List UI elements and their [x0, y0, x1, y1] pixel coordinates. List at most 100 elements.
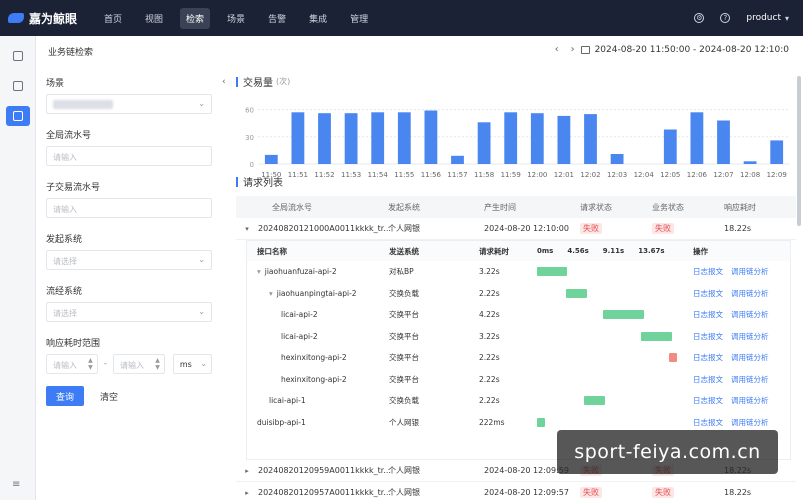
- help-icon[interactable]: ?: [720, 13, 731, 23]
- chart-bar[interactable]: [371, 112, 385, 164]
- chart-bar[interactable]: [690, 112, 704, 164]
- cell-global-no[interactable]: 20240820120957A0011kkkk_tr...: [258, 488, 391, 497]
- rail-item-topology[interactable]: [6, 76, 30, 96]
- chart-bar[interactable]: [663, 129, 677, 165]
- chart-bar[interactable]: [477, 122, 491, 164]
- trace-row[interactable]: licai-api-2 交换平台 4.22s 日志报文 调用链分析: [247, 304, 790, 326]
- unit-select[interactable]: ms ⌄: [172, 354, 212, 374]
- chart-bar[interactable]: [504, 112, 518, 164]
- nav-item[interactable]: 首页: [98, 8, 128, 29]
- trace-row[interactable]: hexinxitong-api-2 交换平台 2.22s 日志报文 调用链分析: [247, 347, 790, 369]
- y-tick-label: 60: [245, 107, 254, 115]
- trace-row[interactable]: ▾ jiaohuanpingtai-api-2 交换负载 2.22s 日志报文 调用链分析: [247, 283, 790, 305]
- flow-select[interactable]: 请选择 ⌄: [46, 302, 212, 322]
- chain-analysis-link[interactable]: 调用链分析: [731, 417, 769, 428]
- trace-row[interactable]: licai-api-2 交换平台 3.22s 日志报文 调用链分析: [247, 326, 790, 348]
- chain-analysis-link[interactable]: 调用链分析: [731, 352, 769, 363]
- chain-analysis-link[interactable]: 调用链分析: [731, 309, 769, 320]
- query-button[interactable]: 查询: [46, 386, 84, 406]
- origin-label: 发起系统: [46, 235, 83, 245]
- chevron-right-icon[interactable]: ▸: [236, 489, 258, 497]
- chevron-down-icon: ⌄: [198, 307, 205, 316]
- chevron-right-icon[interactable]: ›: [571, 44, 575, 55]
- chart-bar[interactable]: [770, 140, 784, 164]
- overview-icon: [12, 51, 23, 61]
- tree-toggle-icon[interactable]: ▾: [269, 289, 273, 298]
- gantt-bar[interactable]: [537, 267, 567, 276]
- gantt-bar[interactable]: [537, 417, 545, 427]
- chain-analysis-link[interactable]: 调用链分析: [731, 288, 769, 299]
- trace-row[interactable]: hexinxitong-api-2 交换平台 2.22s 日志报文 调用链分析: [247, 369, 790, 391]
- chain-analysis-link[interactable]: 调用链分析: [731, 266, 769, 277]
- chart-bar[interactable]: [397, 112, 411, 164]
- chevron-right-icon[interactable]: ▸: [236, 467, 258, 475]
- log-link[interactable]: 日志报文: [693, 266, 723, 277]
- stepper-icon[interactable]: ▲ ▼: [155, 357, 160, 371]
- chain-analysis-link[interactable]: 调用链分析: [731, 331, 769, 342]
- chart-bar[interactable]: [451, 155, 464, 164]
- nav-item[interactable]: 管理: [344, 8, 374, 29]
- chart-bar[interactable]: [264, 154, 278, 164]
- user-name[interactable]: product: [746, 13, 781, 23]
- nav-item[interactable]: 告警: [262, 8, 292, 29]
- collapse-menu-icon[interactable]: ≡: [12, 479, 20, 490]
- log-link[interactable]: 日志报文: [693, 395, 723, 406]
- log-link[interactable]: 日志报文: [693, 352, 723, 363]
- resp-max-placeholder: 请输入: [120, 361, 145, 370]
- chart-bar[interactable]: [717, 120, 730, 165]
- table-row[interactable]: ▸ 20240820120957A0011kkkk_tr... 个人网银 2024-0…: [236, 482, 796, 500]
- cell-global-no[interactable]: 20240820120959A0011kkkk_tr...: [258, 466, 391, 475]
- chart-bar[interactable]: [584, 114, 597, 164]
- resp-max-input[interactable]: 请输入 ▲ ▼: [113, 354, 165, 374]
- gantt-bar[interactable]: [669, 353, 677, 362]
- sub-no-input[interactable]: 请输入: [46, 198, 212, 218]
- log-link[interactable]: 日志报文: [693, 309, 723, 320]
- trace-row[interactable]: licai-api-1 交换负载 2.22s 日志报文 调用链分析: [247, 390, 790, 412]
- gantt-bar[interactable]: [640, 331, 672, 341]
- resp-min-input[interactable]: 请输入 ▲ ▼: [46, 354, 98, 374]
- chain-analysis-link[interactable]: 调用链分析: [731, 395, 769, 406]
- log-link[interactable]: 日志报文: [693, 288, 723, 299]
- gear-icon[interactable]: ⚙: [694, 13, 705, 23]
- chart-bar[interactable]: [318, 113, 331, 164]
- log-link[interactable]: 日志报文: [693, 331, 723, 342]
- x-tick-label: 12:07: [713, 171, 733, 179]
- chart-bar[interactable]: [610, 154, 624, 164]
- nav-item[interactable]: 集成: [303, 8, 333, 29]
- chain-analysis-link[interactable]: 调用链分析: [731, 374, 769, 385]
- chart-bar[interactable]: [344, 113, 358, 164]
- tree-toggle-icon[interactable]: ▾: [257, 267, 261, 276]
- volume-unit: (次): [276, 77, 291, 86]
- chevron-down-icon[interactable]: ▾: [236, 225, 258, 233]
- date-range-picker[interactable]: ‹ › 2024-08-20 11:50:00 - 2024-08-20 12:…: [549, 44, 789, 55]
- clear-button[interactable]: 清空: [90, 386, 128, 406]
- chevron-left-icon[interactable]: ‹: [555, 44, 559, 55]
- chart-bar[interactable]: [424, 110, 438, 165]
- scene-select[interactable]: ⌄: [46, 94, 212, 114]
- gantt-bar[interactable]: [603, 310, 644, 319]
- table-row[interactable]: ▾ 20240820121000A0011kkkk_tr... 个人网银 2024-0…: [236, 218, 796, 240]
- chart-bar[interactable]: [291, 112, 305, 164]
- scrollbar[interactable]: [797, 76, 801, 226]
- gantt-bar[interactable]: [583, 396, 605, 405]
- logo[interactable]: 嘉为鲸眼: [8, 10, 88, 27]
- nav-item[interactable]: 场景: [221, 8, 251, 29]
- rail-item-search[interactable]: [5, 106, 30, 126]
- log-link[interactable]: 日志报文: [693, 374, 723, 385]
- cell-global-no[interactable]: 20240820121000A0011kkkk_tr...: [258, 224, 391, 233]
- chart-bar[interactable]: [557, 115, 571, 164]
- nav-item[interactable]: 检索: [180, 7, 211, 29]
- chevron-down-icon[interactable]: ▾: [785, 14, 789, 23]
- nav-item[interactable]: 视图: [139, 8, 169, 29]
- stepper-icon[interactable]: ▲ ▼: [88, 357, 93, 371]
- cell-sender: 交换平台: [389, 310, 419, 320]
- origin-select[interactable]: 请选择 ⌄: [46, 250, 212, 270]
- chart-bar[interactable]: [530, 113, 544, 164]
- gantt-bar[interactable]: [565, 288, 587, 298]
- rail-item-overview[interactable]: [6, 46, 30, 66]
- collapse-panel-icon[interactable]: ‹: [222, 77, 226, 87]
- chart-bar[interactable]: [743, 161, 757, 164]
- log-link[interactable]: 日志报文: [693, 417, 723, 428]
- trace-row[interactable]: ▾ jiaohuanfuzai-api-2 对私BP 3.22s 日志报文 调用链分析: [247, 261, 790, 283]
- global-no-input[interactable]: 请输入: [46, 146, 212, 166]
